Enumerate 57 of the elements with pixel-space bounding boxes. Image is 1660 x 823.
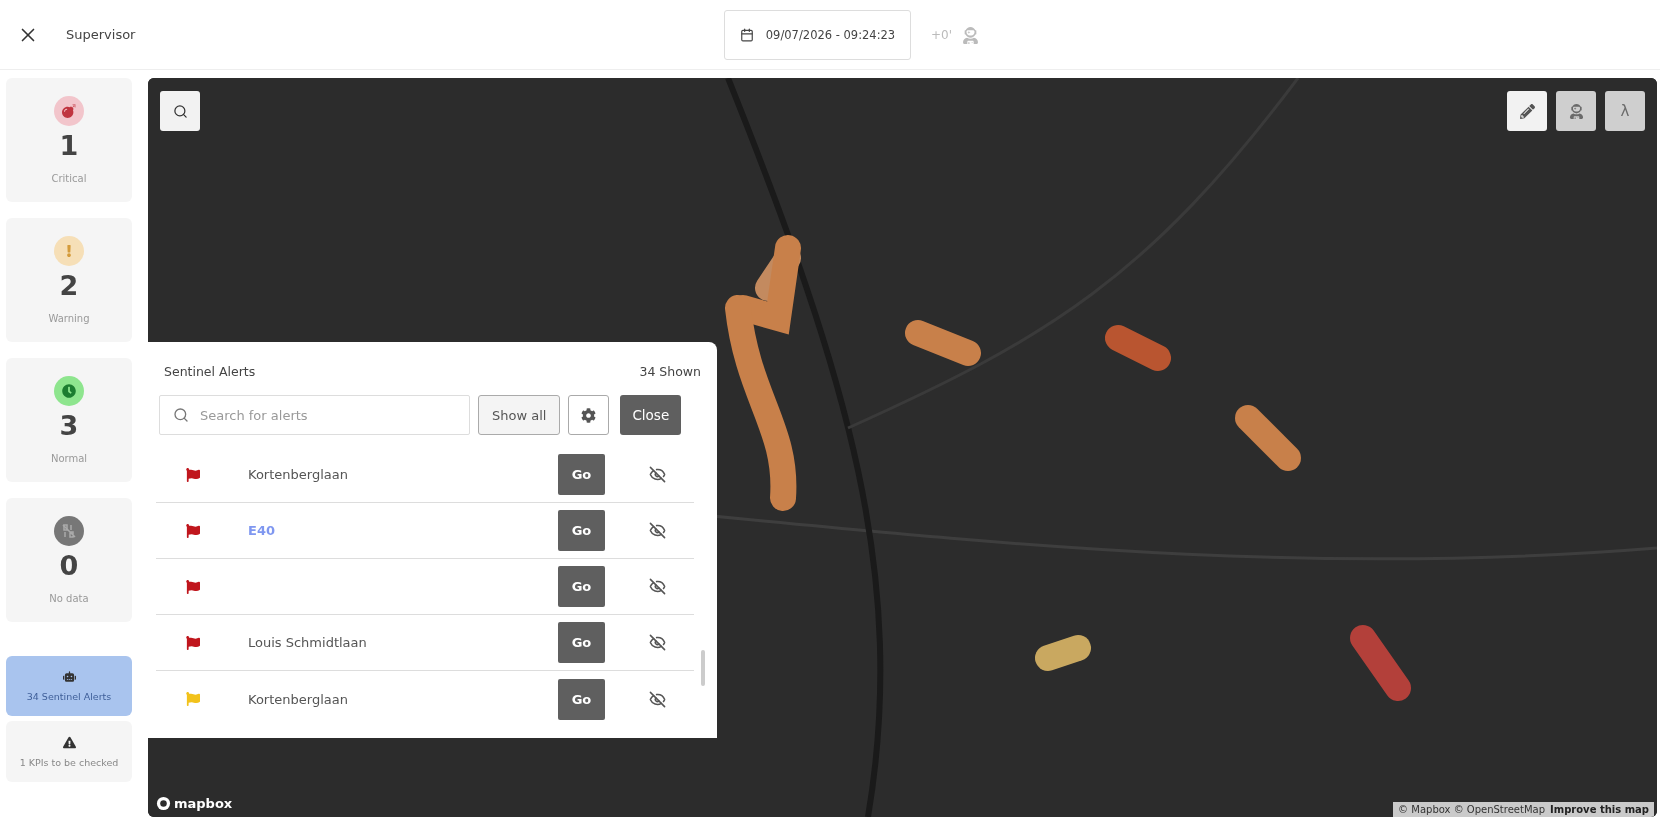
time-offset: +0' [931,28,952,42]
search-field[interactable]: Search for alerts [159,395,470,435]
status-label: No data [49,593,89,604]
status-count: 3 [59,410,79,441]
go-button[interactable]: Go [558,454,605,495]
hide-eye-icon[interactable] [649,522,666,539]
critical-status-icon [54,96,84,126]
hide-eye-icon[interactable] [649,578,666,595]
astronaut-icon [962,26,979,44]
hide-eye-icon[interactable] [649,690,666,708]
status-label: Critical [51,173,87,184]
status-label: Normal [50,453,88,464]
normal-status-icon [54,376,84,406]
alert-row[interactable]: Louis Schmidtlaan Go [156,615,694,671]
alert-name: Kortenberglaan [248,691,348,707]
settings-button[interactable] [568,395,610,435]
gear-icon [581,407,597,423]
go-button[interactable]: Go [558,566,605,607]
pencil-icon [1519,103,1535,119]
nodata-status-icon [54,516,84,546]
hide-eye-icon[interactable] [649,466,666,483]
sidebar-button[interactable]: 1 KPIs to be checked [6,721,132,782]
date-picker-button[interactable]: 09/07/2026 - 09:24:23 [724,10,911,60]
window-title: Supervisor [66,27,136,42]
warning-status-icon [54,236,84,266]
scrollbar-thumb[interactable] [701,650,705,686]
robot-icon [62,670,76,683]
go-button[interactable]: Go [558,678,605,720]
mapbox-logo-icon [156,796,171,811]
search-icon [172,103,188,119]
pencil-button[interactable] [1507,91,1547,131]
panel-title: Sentinel Alerts [164,364,256,379]
alert-row[interactable]: Go [156,559,694,615]
shown-count: 34 Shown [639,364,701,379]
show-all-button[interactable]: Show all [478,395,561,435]
map-attribution: © Mapbox © OpenStreetMap [1398,804,1545,815]
alert-name: Louis Schmidtlaan [248,635,367,650]
sidebar-button[interactable]: 34 Sentinel Alerts [6,656,132,716]
alert-name: Kortenberglaan [248,467,348,482]
hide-eye-icon[interactable] [649,634,666,651]
search-icon [173,407,189,423]
status-label: Warning [48,313,90,324]
alert-row[interactable]: E40 Go [156,503,694,559]
status-count: 1 [59,130,79,161]
alert-row[interactable]: Kortenberglaan Go [156,671,694,727]
map-search-button[interactable] [160,91,200,131]
status-count: 0 [59,550,79,581]
astronaut-icon [1568,103,1584,119]
alert-row[interactable]: Kortenberglaan Go [156,447,694,503]
close-panel-button[interactable]: Close [620,395,682,435]
go-button[interactable]: Go [558,510,605,551]
calendar-icon [739,28,754,42]
improve-map-link[interactable]: Improve this map [1550,804,1649,815]
map-logo-text: mapbox [174,796,233,811]
warning-icon [62,735,76,749]
status-count: 2 [59,270,79,301]
go-button[interactable]: Go [558,622,605,663]
